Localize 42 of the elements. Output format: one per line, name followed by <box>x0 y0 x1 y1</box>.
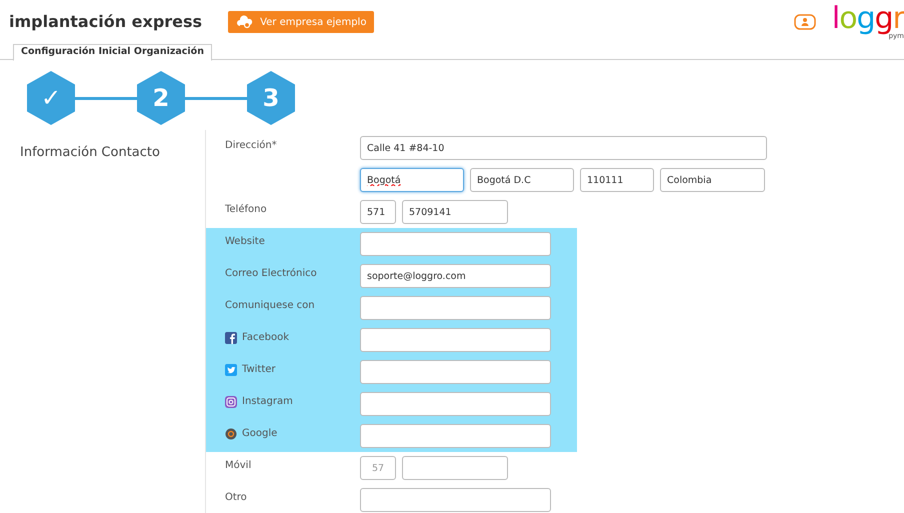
input-field[interactable]: 571 <box>360 200 396 224</box>
input-field[interactable]: Bogotá <box>360 168 464 192</box>
completed-step: ✓ <box>27 71 75 125</box>
facebook-icon <box>225 332 237 344</box>
input-field[interactable]: soporte@loggro.com <box>360 264 551 288</box>
input-field[interactable] <box>360 488 551 512</box>
input-field[interactable]: 5709141 <box>402 200 508 224</box>
field-label: Teléfono <box>225 203 267 217</box>
field-label: Otro <box>225 491 247 505</box>
page-title: implantación express <box>9 11 202 33</box>
step-connector <box>75 96 137 100</box>
step-connector <box>185 96 247 100</box>
section-title: Información Contacto <box>20 145 160 160</box>
step-number: 2 <box>137 71 185 125</box>
field-label: Twitter <box>242 363 276 377</box>
twitter-icon <box>225 364 237 376</box>
field-label: Comuniquese con <box>225 299 315 313</box>
step-number: 3 <box>247 71 295 125</box>
user-icon[interactable] <box>794 14 816 30</box>
input-field[interactable] <box>360 360 551 384</box>
field-label: Correo Electrónico <box>225 267 317 281</box>
input-field[interactable]: Bogotá D.C <box>470 168 574 192</box>
cloud-search-icon <box>236 15 254 29</box>
field-label: Móvil <box>225 459 252 473</box>
field-label: Instagram <box>242 395 293 409</box>
input-field[interactable]: 57 <box>360 456 396 480</box>
field-label: Google <box>242 427 278 441</box>
google-plus-icon <box>225 428 237 440</box>
tab[interactable]: Configuración Inicial Organización <box>13 44 212 61</box>
input-field[interactable] <box>360 296 551 320</box>
input-field[interactable] <box>360 424 551 448</box>
input-field[interactable] <box>360 232 551 256</box>
input-field[interactable] <box>402 456 508 480</box>
input-field[interactable] <box>360 328 551 352</box>
field-label: Website <box>225 235 265 249</box>
field-label: Dirección* <box>225 139 277 153</box>
field-label: Facebook <box>242 331 289 345</box>
instagram-icon <box>225 396 237 408</box>
input-field[interactable]: Colombia <box>660 168 765 192</box>
input-field[interactable]: Calle 41 #84-10 <box>360 136 767 160</box>
input-field[interactable] <box>360 392 551 416</box>
input-field[interactable]: 110111 <box>580 168 654 192</box>
